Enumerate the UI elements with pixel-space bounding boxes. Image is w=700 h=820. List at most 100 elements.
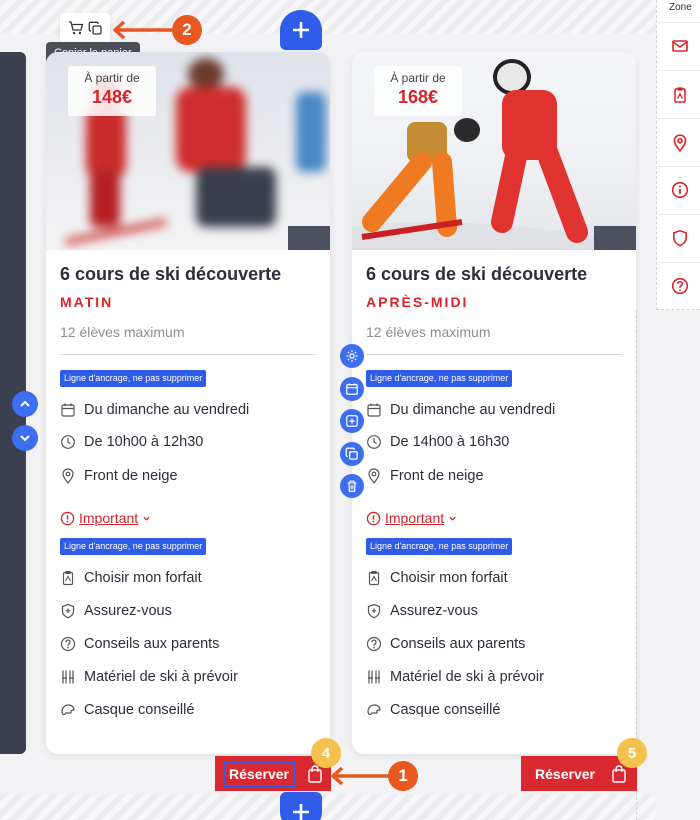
plus-icon	[293, 804, 309, 820]
divider	[366, 354, 622, 355]
clock-icon	[61, 435, 75, 449]
schedule-location-text: Front de neige	[84, 468, 178, 484]
card-title: 6 cours de ski découverte	[60, 264, 282, 284]
schedule-hours: De 10h00 à 12h30	[60, 434, 203, 450]
move-down-button[interactable]	[12, 425, 38, 451]
course-card-afternoon: À partir de 168€ 6 cours de ski découver…	[352, 52, 636, 754]
link-ski-gear[interactable]: Matériel de ski à prévoir	[366, 669, 544, 685]
panel-separator	[656, 70, 700, 71]
session-label: APRÈS-MIDI	[366, 294, 469, 310]
anchor-line-tag: Ligne d'ancrage, ne pas supprimer	[60, 538, 207, 555]
panel-separator	[656, 214, 700, 215]
panel-separator	[656, 22, 700, 23]
link-ski-pass[interactable]: Choisir mon forfait	[60, 570, 202, 586]
schedule-hours-text: De 10h00 à 12h30	[84, 434, 204, 450]
add-section-top-button[interactable]	[280, 10, 322, 50]
delete-button[interactable]	[340, 474, 364, 498]
anchor-line-tag: Ligne d'ancrage, ne pas supprimer	[366, 538, 513, 555]
ski-pass-button[interactable]	[668, 83, 692, 107]
add-block-button[interactable]	[340, 409, 364, 433]
move-up-button[interactable]	[12, 391, 38, 417]
panel-separator	[656, 118, 700, 119]
annotation-step-1: 1	[388, 761, 418, 791]
schedule-days: Du dimanche au vendredi	[366, 402, 555, 418]
schedule-button[interactable]	[340, 376, 364, 401]
link-parents-advice[interactable]: Conseils aux parents	[60, 636, 219, 652]
important-toggle[interactable]: Important	[60, 510, 151, 526]
info-icon	[671, 181, 689, 199]
capacity-text: 12 élèves maximum	[60, 324, 185, 340]
image-corner-badge	[288, 226, 330, 250]
calendar-icon	[61, 403, 75, 417]
schedule-hours: De 14h00 à 16h30	[366, 434, 509, 450]
cart-icon[interactable]	[68, 20, 84, 36]
price-label: À partir de	[84, 71, 140, 85]
important-label: Important	[79, 510, 139, 526]
link-helmet-text: Casque conseillé	[390, 702, 501, 718]
copy-icon	[345, 447, 358, 460]
bottom-drop-zone	[0, 794, 656, 820]
block-toolbar	[340, 344, 364, 507]
settings-button[interactable]	[340, 344, 364, 368]
price-value: 148€	[91, 87, 133, 107]
calendar-icon	[346, 382, 358, 395]
annotation-arrow-2	[113, 20, 172, 40]
location-button[interactable]	[668, 131, 692, 155]
gear-icon	[346, 350, 358, 362]
ski-gear-icon	[62, 670, 74, 684]
link-parents-advice[interactable]: Conseils aux parents	[366, 636, 525, 652]
schedule-days-text: Du dimanche au vendredi	[390, 402, 556, 418]
link-ski-gear-text: Matériel de ski à prévoir	[84, 669, 238, 685]
link-helmet-text: Casque conseillé	[84, 702, 195, 718]
important-toggle[interactable]: Important	[366, 510, 457, 526]
chevron-down-icon	[449, 516, 456, 521]
duplicate-button[interactable]	[340, 441, 364, 466]
link-parents-advice-text: Conseils aux parents	[84, 636, 220, 652]
link-insurance[interactable]: Assurez-vous	[60, 603, 172, 619]
link-insurance-text: Assurez-vous	[84, 603, 172, 619]
price-label: À partir de	[390, 71, 446, 85]
mail-button[interactable]	[668, 34, 692, 58]
cart-copy-toolbar[interactable]	[60, 13, 110, 43]
info-button[interactable]	[668, 178, 692, 202]
anchor-line-tag: Ligne d'ancrage, ne pas supprimer	[366, 370, 513, 387]
mail-icon	[672, 40, 688, 52]
ski-pass-icon	[674, 87, 686, 103]
insurance-button[interactable]	[668, 226, 692, 250]
link-insurance[interactable]: Assurez-vous	[366, 603, 478, 619]
copy-icon[interactable]	[88, 21, 103, 36]
helmet-icon	[61, 704, 75, 716]
schedule-location-text: Front de neige	[390, 468, 484, 484]
price-value: 168€	[397, 87, 439, 107]
image-corner-badge	[594, 226, 636, 250]
annotation-arrow-1	[331, 766, 388, 786]
link-ski-pass[interactable]: Choisir mon forfait	[366, 570, 508, 586]
location-icon	[62, 468, 74, 484]
location-icon	[368, 468, 380, 484]
annotation-step-2: 2	[172, 15, 202, 45]
question-icon	[366, 636, 382, 652]
chevron-down-icon	[20, 435, 30, 442]
link-ski-gear[interactable]: Matériel de ski à prévoir	[60, 669, 238, 685]
course-card-morning: À partir de 148€ 6 cours de ski découver…	[46, 52, 330, 754]
link-helmet[interactable]: Casque conseillé	[366, 702, 500, 718]
alert-icon	[366, 511, 381, 525]
helmet-icon	[367, 704, 381, 716]
session-label: MATIN	[60, 294, 114, 310]
panel-separator	[656, 262, 700, 263]
link-helmet[interactable]: Casque conseillé	[60, 702, 194, 718]
schedule-days: Du dimanche au vendredi	[60, 402, 249, 418]
help-button[interactable]	[668, 274, 692, 298]
card-image: À partir de 168€	[352, 52, 636, 250]
question-icon	[60, 636, 76, 652]
important-label: Important	[385, 510, 445, 526]
card-title: 6 cours de ski découverte	[366, 264, 588, 284]
shield-icon	[367, 603, 381, 619]
add-section-bottom-button[interactable]	[280, 792, 322, 820]
panel-separator	[656, 166, 700, 167]
link-ski-pass-text: Choisir mon forfait	[390, 570, 508, 586]
link-ski-pass-text: Choisir mon forfait	[84, 570, 202, 586]
reserve-label: Réserver	[223, 760, 295, 787]
link-parents-advice-text: Conseils aux parents	[390, 636, 526, 652]
plus-icon	[293, 22, 309, 38]
